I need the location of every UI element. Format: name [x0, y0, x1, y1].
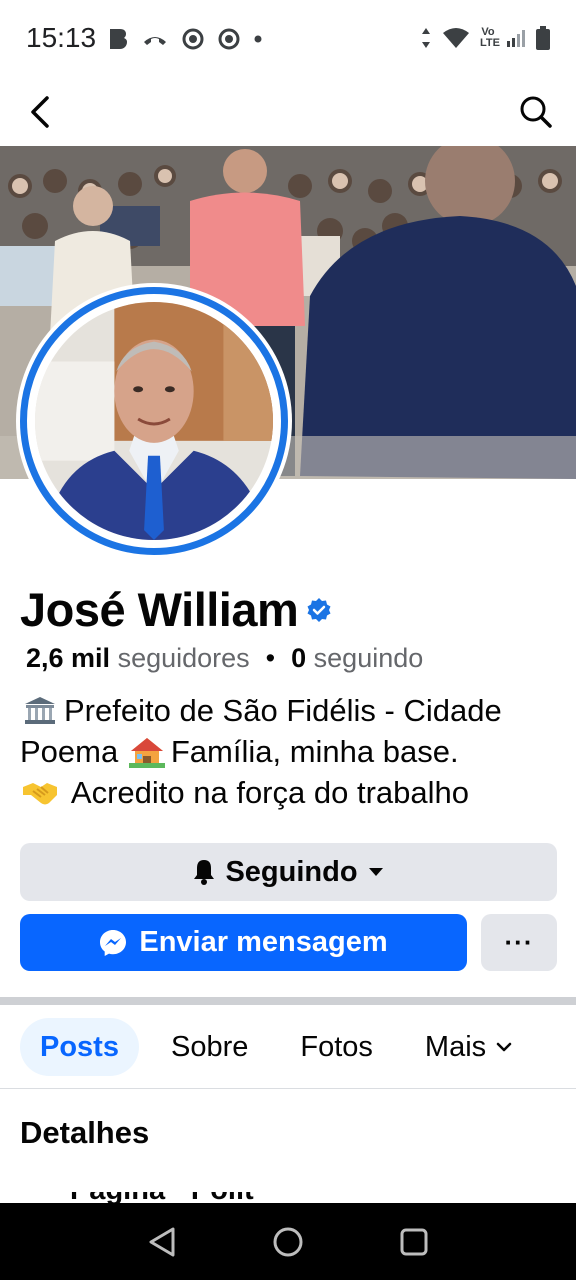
nav-home-icon[interactable] [272, 1226, 304, 1258]
missed-call-icon [144, 37, 166, 45]
tab-more-label: Mais [424, 1030, 487, 1063]
tab-about[interactable]: Sobre [151, 1018, 268, 1076]
signal-icon [507, 30, 525, 47]
tab-photos[interactable]: Fotos [280, 1018, 393, 1076]
following-label: seguindo [313, 643, 424, 673]
b-icon [110, 29, 127, 49]
following-link[interactable]: 0 seguindo [291, 643, 423, 674]
chevron-left-icon [31, 96, 49, 128]
search-icon [520, 96, 552, 128]
avatar [35, 302, 273, 540]
back-button[interactable] [18, 90, 62, 134]
followers-link[interactable]: 2,6 mil seguidores [26, 643, 250, 674]
bio-text-2a: Poema [20, 734, 127, 769]
caret-down-icon [368, 868, 383, 876]
story-ring [20, 287, 288, 555]
details-heading: Detalhes [20, 1115, 150, 1150]
followers-label: seguidores [117, 643, 250, 673]
bio-text-3: Acredito na força do trabalho [64, 775, 469, 810]
nav-recents-icon[interactable] [399, 1227, 429, 1257]
profile-tabs: Posts Sobre Fotos Mais [20, 1018, 532, 1076]
wifi-icon [443, 28, 469, 48]
chrome-icon [182, 28, 204, 50]
handshake-icon [20, 776, 60, 810]
dot-icon [254, 35, 262, 43]
bio-text-1: Prefeito de São Fidélis - Cidade [64, 693, 502, 728]
system-icons: Vo LTE [420, 26, 550, 50]
tab-more[interactable]: Mais [405, 1018, 532, 1076]
more-dots-icon: ··· [504, 927, 534, 957]
following-button[interactable]: Seguindo [20, 843, 557, 901]
send-message-button[interactable]: Enviar mensagem [20, 914, 467, 971]
bio-line: Prefeito de São Fidélis - Cidade [20, 690, 565, 731]
following-count: 0 [291, 643, 307, 673]
nav-back-icon[interactable] [147, 1226, 177, 1258]
profile-picture[interactable] [16, 283, 292, 559]
send-message-label: Enviar mensagem [139, 926, 388, 958]
status-time: 15:13 [26, 22, 97, 53]
chrome-icon [218, 28, 240, 50]
profile-bio: Prefeito de São Fidélis - Cidade Poema F… [20, 690, 565, 813]
bio-line: Acredito na força do trabalho [20, 772, 565, 813]
bio-text-2b: Família, minha base. [170, 734, 459, 769]
search-button[interactable] [514, 90, 558, 134]
status-bar: 15:13 Vo LTE [0, 0, 576, 78]
messenger-icon [100, 929, 127, 956]
more-options-button[interactable]: ··· [481, 914, 557, 971]
system-nav-bar [0, 1203, 576, 1280]
volte-icon: Vo LTE [480, 26, 500, 49]
profile-name-row: José William [20, 582, 332, 637]
follow-stats: 2,6 mil seguidores • 0 seguindo [26, 643, 423, 674]
tab-posts[interactable]: Posts [20, 1018, 139, 1076]
section-divider [0, 997, 576, 1005]
classical-building-icon [20, 694, 60, 728]
verified-badge-icon [307, 597, 331, 622]
stats-separator: • [265, 643, 276, 673]
following-button-label: Seguindo [225, 855, 358, 888]
app-bar [0, 78, 576, 146]
followers-count: 2,6 mil [26, 643, 111, 673]
bell-icon [194, 860, 215, 885]
bio-line: Poema Família, minha base. [20, 731, 565, 772]
battery-icon [536, 26, 550, 50]
chevron-down-icon [496, 1042, 512, 1052]
profile-name: José William [20, 583, 299, 636]
data-arrows-icon [422, 28, 430, 48]
notification-icons [108, 28, 262, 50]
house-garden-icon [127, 735, 167, 769]
tabs-divider [0, 1088, 576, 1089]
